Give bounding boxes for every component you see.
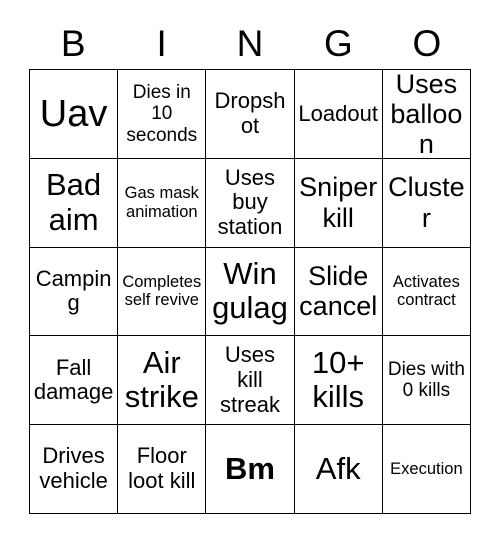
bingo-cell-label: Fall damage: [33, 354, 114, 405]
bingo-header-letter-o: O: [412, 22, 442, 64]
bingo-cell-label: 10+ kills: [311, 344, 365, 415]
bingo-cell[interactable]: Fall damage: [30, 336, 119, 426]
bingo-cell-label: Win gulag: [212, 255, 288, 326]
bingo-header-letter-g: G: [324, 22, 353, 64]
bingo-cell-label: Slide cancel: [299, 261, 378, 322]
bingo-cell[interactable]: Sniper kill: [294, 158, 383, 248]
bingo-cell-label: Air strike: [124, 344, 199, 415]
bingo-cell[interactable]: 10+ kills: [294, 336, 383, 426]
bingo-cell[interactable]: Floor loot kill: [118, 425, 207, 514]
bingo-cell-label: Bm: [225, 450, 275, 486]
bingo-cell-label: Loadout: [298, 100, 378, 126]
bingo-cell-label: Execution: [390, 459, 463, 478]
bingo-cell-label: Activates contract: [392, 273, 460, 310]
bingo-card: B I N G O Uav Dies in 10 seconds Dropshot L…: [0, 0, 500, 544]
bingo-header-letter-i: I: [156, 22, 167, 64]
bingo-grid: Uav Dies in 10 seconds Dropshot Loadout Uses…: [29, 69, 471, 514]
bingo-cell-label: Dies in 10 seconds: [126, 82, 198, 146]
bingo-cell[interactable]: Uav: [30, 70, 119, 159]
bingo-cell-label: Completes self revive: [122, 273, 202, 310]
bingo-cell[interactable]: Air strike: [118, 336, 207, 426]
bingo-cell-label: Afk: [315, 450, 361, 486]
bingo-cell[interactable]: Drives vehicle: [30, 425, 119, 514]
bingo-cell-label: Bad aim: [46, 166, 102, 237]
bingo-cell[interactable]: Dropshot: [206, 70, 295, 159]
bingo-cell-label: Sniper kill: [299, 172, 378, 233]
bingo-cell[interactable]: Win gulag: [206, 247, 295, 337]
bingo-cell[interactable]: Cluster: [382, 158, 471, 248]
bingo-cell[interactable]: Dies in 10 seconds: [118, 70, 207, 159]
bingo-cell[interactable]: Activates contract: [382, 247, 471, 337]
bingo-cell-label: Uav: [39, 92, 108, 135]
bingo-cell[interactable]: Uses kill streak: [206, 336, 295, 426]
bingo-cell[interactable]: Gas mask animation: [118, 158, 207, 248]
bingo-cell-label: Gas mask animation: [124, 184, 199, 221]
bingo-cell[interactable]: Uses balloon: [382, 70, 471, 159]
bingo-header-letter-b: B: [60, 22, 86, 64]
bingo-cell[interactable]: Uses buy station: [206, 158, 295, 248]
bingo-header-letter-n: N: [236, 22, 264, 64]
bingo-header-row: B I N G O: [29, 18, 471, 68]
bingo-cell[interactable]: Camping: [30, 247, 119, 337]
bingo-cell-label: Drives vehicle: [39, 443, 108, 494]
bingo-cell[interactable]: Afk: [294, 425, 383, 514]
bingo-cell-label: Uses buy station: [217, 164, 283, 239]
bingo-cell[interactable]: Bm: [206, 425, 295, 514]
bingo-cell[interactable]: Bad aim: [30, 158, 119, 248]
bingo-cell[interactable]: Loadout: [294, 70, 383, 159]
bingo-cell-label: Floor loot kill: [128, 443, 196, 494]
bingo-cell-label: Cluster: [388, 172, 465, 233]
bingo-cell-label: Dropshot: [214, 88, 286, 138]
bingo-cell-label: Dies with 0 kills: [387, 359, 465, 402]
bingo-cell[interactable]: Slide cancel: [294, 247, 383, 337]
bingo-cell-label: Uses kill streak: [220, 342, 280, 417]
bingo-cell[interactable]: Execution: [382, 425, 471, 514]
bingo-cell[interactable]: Completes self revive: [118, 247, 207, 337]
bingo-cell-label: Uses balloon: [390, 70, 463, 159]
bingo-cell[interactable]: Dies with 0 kills: [382, 336, 471, 426]
bingo-cell-label: Camping: [35, 265, 112, 316]
